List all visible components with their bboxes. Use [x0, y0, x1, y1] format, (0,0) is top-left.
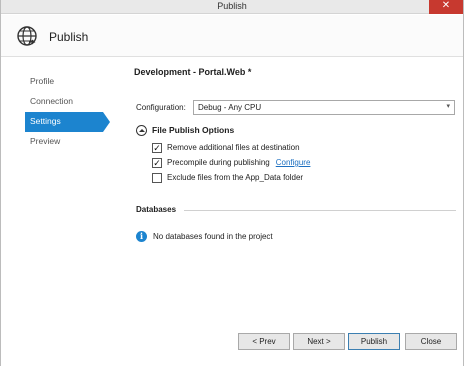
divider	[184, 210, 456, 211]
databases-message: No databases found in the project	[153, 232, 273, 241]
close-button[interactable]: Close	[405, 333, 457, 350]
publish-nav: Profile Connection Settings Preview	[25, 72, 112, 152]
prev-button[interactable]: < Prev	[238, 333, 290, 350]
configure-link[interactable]: Configure	[276, 158, 311, 167]
title-bar[interactable]: Publish ✕	[1, 0, 463, 14]
file-publish-options-title: File Publish Options	[152, 125, 235, 135]
option-precompile[interactable]: ✓ Precompile during publishing Configure	[152, 158, 452, 170]
collapse-icon[interactable]	[136, 125, 147, 136]
configuration-row: Configuration: Debug - Any CPU ▾	[134, 100, 456, 116]
option-exclude-app-data[interactable]: Exclude files from the App_Data folder	[152, 173, 452, 185]
option-label: Remove additional files at destination	[167, 143, 300, 152]
option-label: Precompile during publishing	[167, 158, 270, 167]
databases-header: Databases	[136, 205, 456, 217]
settings-panel: Development - Portal.Web * Configuration…	[134, 67, 456, 242]
next-button[interactable]: Next >	[293, 333, 345, 350]
databases-info: i No databases found in the project	[136, 231, 436, 243]
option-label: Exclude files from the App_Data folder	[167, 173, 304, 182]
nav-item-profile[interactable]: Profile	[25, 72, 112, 92]
option-label-wrap: Precompile during publishing Configure	[167, 158, 310, 167]
nav-item-settings[interactable]: Settings	[25, 112, 110, 132]
configuration-value: Debug - Any CPU	[198, 103, 262, 112]
checkbox-exclude-app-data[interactable]	[152, 173, 162, 183]
nav-item-preview[interactable]: Preview	[25, 132, 112, 152]
chevron-down-icon: ▾	[446, 103, 450, 110]
dialog-header: Publish	[1, 15, 463, 57]
file-publish-options-toggle[interactable]: File Publish Options	[136, 125, 336, 137]
configuration-label: Configuration:	[136, 103, 186, 112]
configuration-select[interactable]: Debug - Any CPU ▾	[193, 100, 455, 115]
publish-button[interactable]: Publish	[348, 333, 400, 350]
checkbox-remove-additional-files[interactable]: ✓	[152, 143, 162, 153]
profile-name: Development - Portal.Web *	[134, 67, 252, 77]
checkbox-precompile[interactable]: ✓	[152, 158, 162, 168]
publish-dialog: Publish ✕ Publish Profile Connection Set…	[0, 0, 464, 366]
window-close-button[interactable]: ✕	[429, 0, 463, 14]
option-remove-additional-files[interactable]: ✓ Remove additional files at destination	[152, 143, 452, 155]
header-title: Publish	[49, 30, 89, 44]
window-title: Publish	[217, 1, 247, 11]
info-icon: i	[136, 231, 147, 242]
nav-item-connection[interactable]: Connection	[25, 92, 112, 112]
globe-icon	[17, 26, 37, 46]
databases-title: Databases	[136, 205, 177, 214]
